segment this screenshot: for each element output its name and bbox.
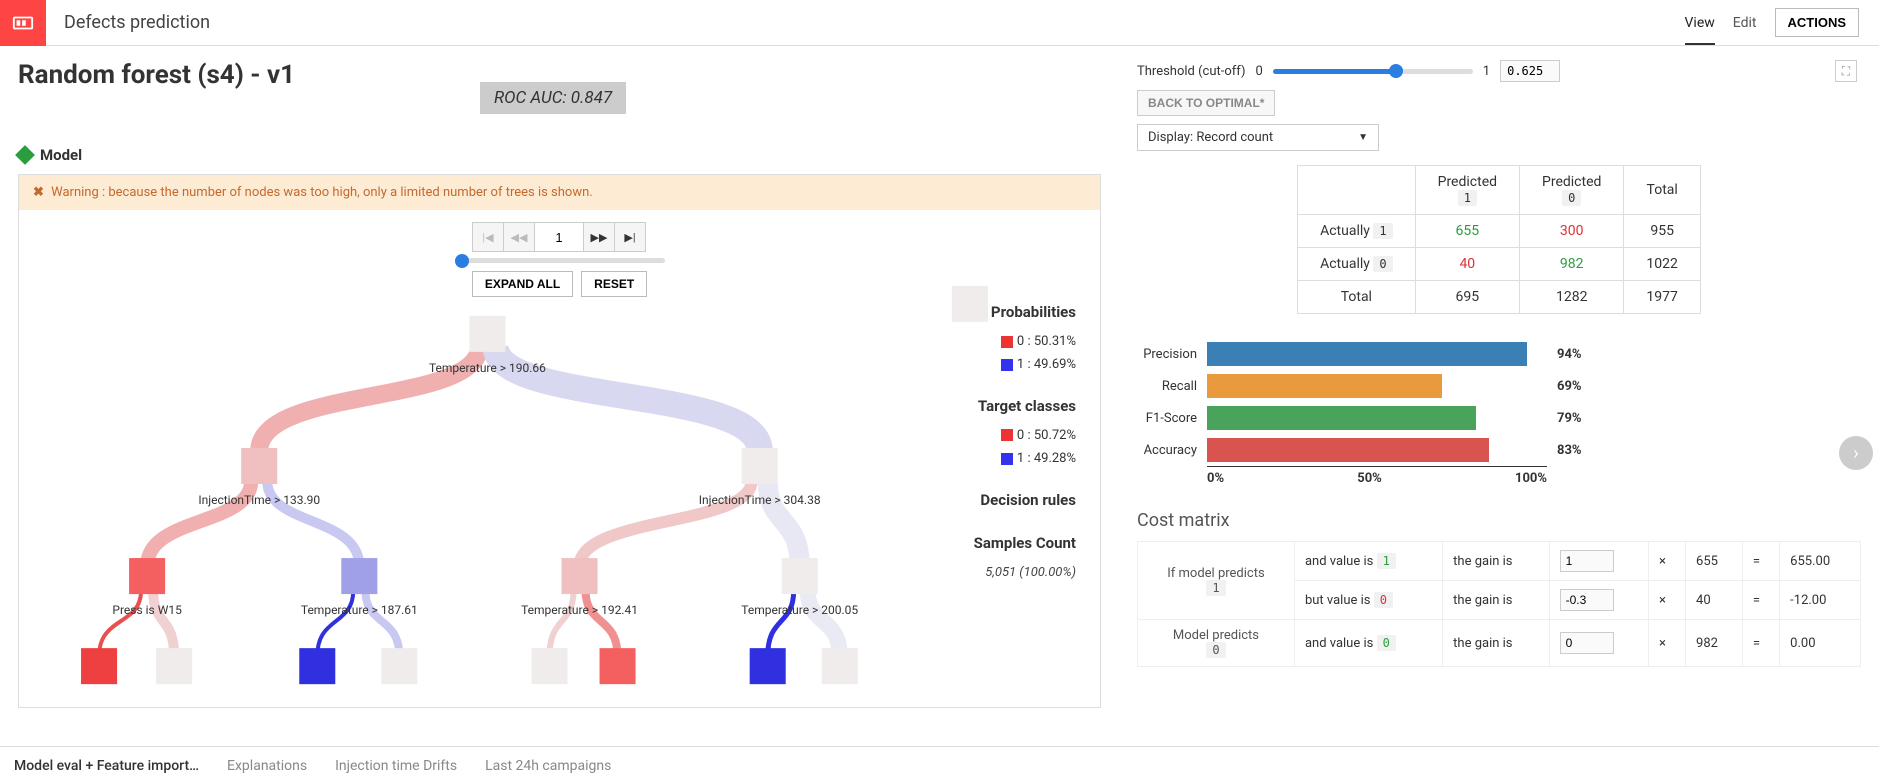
tree-card: ✖ Warning : because the number of nodes … bbox=[18, 174, 1101, 708]
svg-text:Temperature > 187.61: Temperature > 187.61 bbox=[301, 603, 418, 617]
tree-legend: Probabilities 0 : 50.31% 1 : 49.69% Targ… bbox=[974, 283, 1076, 584]
svg-text:Temperature > 200.05: Temperature > 200.05 bbox=[741, 603, 858, 617]
left-panel: Random forest (s4) - v1 ROC AUC: 0.847 M… bbox=[0, 46, 1119, 746]
svg-text:Press is W15: Press is W15 bbox=[112, 603, 182, 617]
svg-text:Temperature > 190.66: Temperature > 190.66 bbox=[429, 361, 546, 375]
decision-tree[interactable]: Temperature > 190.66 InjectionTime > 133… bbox=[19, 285, 1100, 707]
cost-gain-input[interactable] bbox=[1560, 550, 1614, 572]
actions-button[interactable]: ACTIONS bbox=[1775, 8, 1860, 37]
back-to-optimal-button[interactable]: BACK TO OPTIMAL* bbox=[1137, 90, 1275, 116]
model-label: Model bbox=[40, 146, 82, 164]
legend-rules-header: Decision rules bbox=[974, 487, 1076, 514]
tab-edit[interactable]: Edit bbox=[1733, 15, 1757, 31]
cost-gain-input[interactable] bbox=[1560, 632, 1614, 654]
pager-last[interactable]: ▶| bbox=[614, 222, 646, 252]
chevron-down-icon: ▼ bbox=[1358, 132, 1368, 143]
confusion-matrix: Predicted1 Predicted0 Total Actually 1 6… bbox=[1297, 165, 1701, 314]
app-title: Defects prediction bbox=[64, 12, 210, 33]
cost-matrix-title: Cost matrix bbox=[1137, 510, 1861, 531]
warning-banner: ✖ Warning : because the number of nodes … bbox=[19, 175, 1100, 210]
pager-input[interactable] bbox=[534, 222, 584, 252]
roc-auc-badge: ROC AUC: 0.847 bbox=[480, 82, 626, 114]
bottom-tab-model-eval[interactable]: Model eval + Feature import… bbox=[14, 758, 199, 774]
bottom-tab-last-24h[interactable]: Last 24h campaigns bbox=[485, 758, 611, 774]
threshold-value-input[interactable] bbox=[1500, 60, 1560, 82]
pager: |◀ ◀◀ ▶▶ ▶| bbox=[19, 222, 1100, 252]
maximize-icon[interactable]: ⛶ bbox=[1835, 60, 1857, 82]
next-panel-icon[interactable]: › bbox=[1839, 436, 1873, 470]
model-icon bbox=[15, 145, 35, 165]
cost-gain-input[interactable] bbox=[1560, 589, 1614, 611]
bottom-tab-injection-drifts[interactable]: Injection time Drifts bbox=[335, 758, 457, 774]
close-icon[interactable]: ✖ bbox=[33, 185, 44, 200]
display-select[interactable]: Display: Record count ▼ bbox=[1137, 124, 1379, 151]
svg-text:Temperature > 192.41: Temperature > 192.41 bbox=[521, 603, 638, 617]
pager-next[interactable]: ▶▶ bbox=[583, 222, 615, 252]
threshold-row: Threshold (cut-off) 0 1 bbox=[1137, 60, 1861, 82]
threshold-slider[interactable] bbox=[1273, 69, 1473, 74]
model-row: Model bbox=[18, 146, 1101, 164]
pager-prev[interactable]: ◀◀ bbox=[503, 222, 535, 252]
bottom-tabs: Model eval + Feature import… Explanation… bbox=[0, 746, 1879, 784]
legend-samples-header: Samples Count bbox=[974, 530, 1076, 557]
legend-target-header: Target classes bbox=[974, 393, 1076, 420]
right-panel: ⛶ Threshold (cut-off) 0 1 BACK TO OPTIMA… bbox=[1119, 46, 1879, 746]
warning-text: Warning : because the number of nodes wa… bbox=[51, 185, 593, 200]
bottom-tab-explanations[interactable]: Explanations bbox=[227, 758, 307, 774]
brand-icon[interactable] bbox=[0, 0, 46, 46]
pager-first[interactable]: |◀ bbox=[472, 222, 504, 252]
tab-view[interactable]: View bbox=[1685, 15, 1715, 45]
metrics-chart: Precision94%Recall69%F1-Score79%Accuracy… bbox=[1137, 338, 1861, 486]
svg-text:InjectionTime > 304.38: InjectionTime > 304.38 bbox=[699, 493, 821, 507]
threshold-label: Threshold (cut-off) bbox=[1137, 64, 1245, 79]
svg-text:InjectionTime > 133.90: InjectionTime > 133.90 bbox=[198, 493, 320, 507]
cost-matrix-table: If model predicts1 and value is 1 the ga… bbox=[1137, 541, 1861, 667]
topbar: Defects prediction View Edit ACTIONS bbox=[0, 0, 1879, 46]
legend-probabilities-header: Probabilities bbox=[974, 299, 1076, 326]
tree-depth-slider[interactable] bbox=[455, 258, 665, 263]
